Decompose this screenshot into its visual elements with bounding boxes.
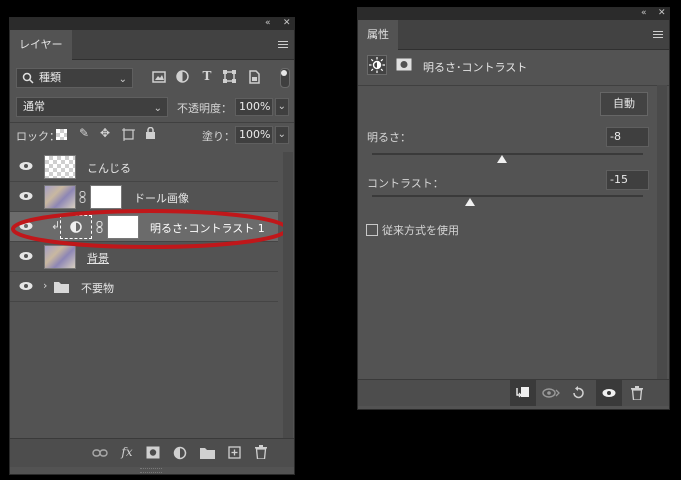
collapse-icon[interactable]: «	[641, 7, 647, 19]
brightness-slider-thumb[interactable]	[497, 155, 508, 163]
chevron-down-icon: ⌄	[277, 129, 286, 140]
properties-panel-titlebar: « ✕	[358, 8, 669, 20]
layer-name: 背景	[87, 252, 109, 265]
legacy-label: 従来方式を使用	[382, 224, 459, 237]
folder-icon	[54, 282, 69, 293]
layer-name: 不要物	[81, 282, 114, 295]
chevron-down-icon: ⌄	[277, 101, 286, 112]
visibility-eye-icon[interactable]	[19, 251, 33, 261]
lock-artboard-icon[interactable]	[122, 128, 135, 141]
clip-to-layer-button[interactable]	[510, 380, 536, 406]
layer-name: ドール画像	[134, 192, 189, 205]
layer-thumbnail	[44, 155, 76, 179]
adjustment-title: 明るさ･コントラスト	[423, 61, 528, 74]
type-filter-icon[interactable]: T	[200, 69, 214, 83]
clip-to-layer-icon	[516, 387, 529, 398]
lock-label: ロック：	[16, 130, 60, 143]
fill-input[interactable]: 100%	[235, 126, 273, 144]
visibility-eye-icon[interactable]	[19, 161, 33, 171]
shape-filter-icon[interactable]	[223, 70, 236, 83]
lock-brush-icon[interactable]: ✎	[77, 126, 91, 140]
properties-panel: « ✕ 属性 明るさ･コントラスト 自動 明るさ： -8 コントラスト： -15…	[357, 7, 670, 410]
layer-row-unneeded-group[interactable]: › 不要物	[10, 272, 278, 302]
opacity-label: 不透明度：	[177, 102, 232, 115]
adjustment-filter-icon[interactable]	[176, 70, 189, 83]
brightness-input[interactable]: -8	[606, 127, 649, 147]
pixel-filter-icon[interactable]	[152, 71, 166, 83]
smart-object-filter-icon[interactable]	[248, 70, 260, 84]
auto-button[interactable]: 自動	[600, 92, 648, 116]
blend-mode-label: 通常	[23, 100, 45, 113]
reset-icon[interactable]	[571, 386, 585, 400]
visibility-eye-icon[interactable]	[19, 191, 33, 201]
link-layers-icon[interactable]	[92, 448, 108, 458]
layer-row-konjiru[interactable]: こんじる	[10, 152, 278, 182]
resize-grip[interactable]	[140, 468, 162, 473]
chevron-down-icon: ⌄	[118, 74, 127, 85]
filter-kind-label: 種類	[39, 71, 61, 84]
link-chain-icon[interactable]	[79, 191, 86, 203]
view-previous-state-icon[interactable]	[542, 387, 560, 399]
search-icon	[22, 72, 34, 84]
contrast-label: コントラスト：	[367, 177, 444, 190]
close-icon[interactable]: ✕	[283, 17, 291, 29]
brightness-label: 明るさ：	[367, 131, 411, 144]
visibility-eye-icon	[602, 389, 616, 397]
filter-kind-select[interactable]: 種類 ⌄	[16, 68, 133, 88]
blend-mode-select[interactable]: 通常 ⌄	[16, 97, 168, 117]
mask-icon[interactable]	[396, 58, 412, 71]
contrast-input[interactable]: -15	[606, 170, 649, 190]
properties-tab-row: 属性	[358, 20, 669, 50]
brightness-contrast-icon	[367, 55, 387, 75]
properties-scrollbar[interactable]	[657, 85, 667, 379]
lock-transparency-icon[interactable]	[56, 129, 67, 140]
visibility-eye-icon[interactable]	[19, 281, 33, 291]
opacity-input[interactable]: 100%	[235, 98, 273, 116]
new-adjustment-icon[interactable]	[173, 446, 187, 460]
collapse-icon[interactable]: «	[265, 17, 271, 29]
filter-toggle[interactable]	[280, 68, 290, 88]
close-icon[interactable]: ✕	[658, 7, 666, 19]
layer-name: こんじる	[87, 162, 131, 175]
chevron-down-icon: ⌄	[153, 103, 162, 114]
layers-tab-row: レイヤー	[10, 30, 294, 60]
divider	[10, 122, 294, 123]
layer-list: こんじる ドール画像 ↲ 明るさ･コントラスト 1 背景 › 不要物	[10, 152, 296, 312]
fill-label: 塗り：	[202, 130, 235, 143]
lock-position-icon[interactable]: ✥	[98, 126, 112, 140]
tab-layers[interactable]: レイヤー	[10, 30, 72, 60]
legacy-checkbox[interactable]	[366, 224, 378, 236]
layers-panel-titlebar: « ✕	[10, 18, 294, 30]
contrast-slider-track[interactable]	[372, 195, 643, 197]
layers-panel: « ✕ レイヤー 種類 ⌄ T 通常 ⌄ 不透明度： 100% ⌄ ロック： ✎…	[9, 17, 295, 475]
add-mask-icon[interactable]	[146, 446, 160, 459]
trash-icon[interactable]	[255, 445, 267, 459]
lock-all-icon[interactable]	[145, 127, 156, 140]
new-group-icon[interactable]	[200, 447, 215, 459]
layers-bottom-toolbar: fx	[10, 438, 294, 467]
layers-scrollbar[interactable]	[283, 152, 293, 438]
layer-style-fx-icon[interactable]: fx	[119, 445, 135, 459]
contrast-slider-thumb[interactable]	[464, 198, 475, 206]
new-layer-icon[interactable]	[228, 446, 241, 459]
tab-properties[interactable]: 属性	[358, 20, 398, 50]
chevron-right-icon[interactable]: ›	[43, 279, 47, 292]
opacity-dropdown[interactable]: ⌄	[275, 98, 289, 116]
toggle-visibility-button[interactable]	[596, 380, 622, 406]
fill-dropdown[interactable]: ⌄	[275, 126, 289, 144]
divider	[358, 85, 669, 86]
properties-bottom-toolbar	[358, 379, 669, 406]
brightness-slider-track[interactable]	[372, 153, 643, 155]
highlight-ellipse	[11, 209, 289, 249]
trash-icon[interactable]	[631, 386, 643, 400]
panel-menu-icon[interactable]	[278, 41, 288, 49]
panel-menu-icon[interactable]	[653, 31, 663, 39]
